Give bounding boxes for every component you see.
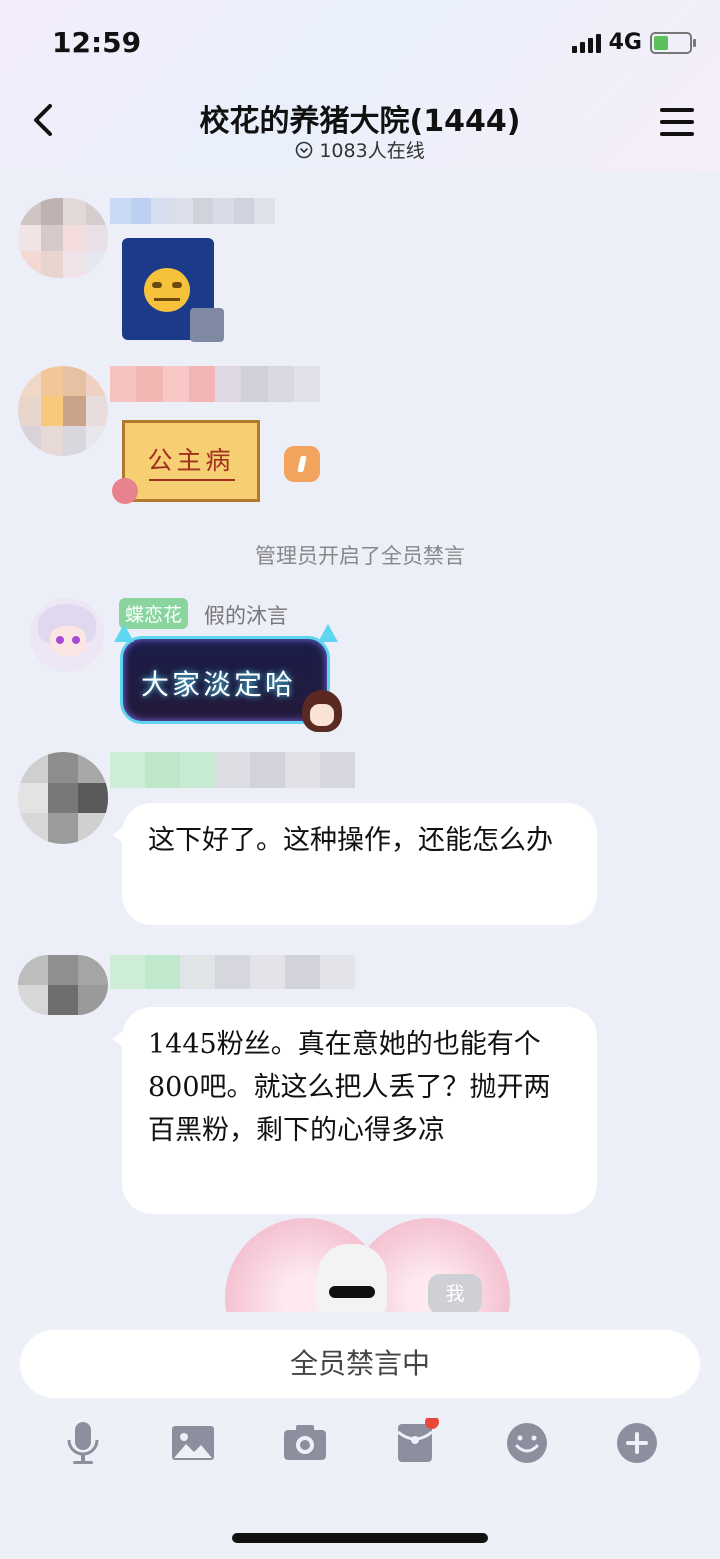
chat-header: 校花的养猪大院(1444) 1083人在线 [0,92,720,162]
sunglasses-character-icon [317,1244,387,1318]
online-count[interactable]: 1083人在线 [0,136,720,163]
avatar[interactable] [30,598,104,672]
online-count-label: 1083人在线 [319,140,425,162]
self-badge: 我 [428,1274,482,1314]
blurred-avatar[interactable] [18,198,108,278]
message-text: 这下好了。这种操作，还能怎么办 [148,825,553,856]
blurred-nickname [110,366,320,402]
network-label: 4G [608,30,642,55]
signal-icon [571,33,601,53]
emoji-sticker[interactable] [122,238,224,342]
sticker-label: 公主病 [147,446,235,475]
cat-ear-left-icon [114,624,134,642]
red-packet-icon[interactable] [390,1418,440,1468]
emoji-icon[interactable] [502,1418,552,1468]
chevron-down-circle-icon [295,141,313,159]
menu-icon[interactable] [660,108,694,138]
message-text: 1445粉丝。真在意她的也能有个800吧。就这么把人丢了？抛开两百黑粉，剩下的心… [148,1029,551,1146]
flower-decoration-icon [112,478,138,504]
blurred-nickname [110,955,355,989]
robot-badge-icon [190,308,224,342]
sender-nickname[interactable]: 假的沐言 [204,600,288,630]
muted-input[interactable]: 全员禁言中 [20,1330,700,1398]
princess-sticker[interactable]: 公主病 [122,420,260,502]
battery-icon [650,31,696,54]
camera-icon[interactable] [280,1418,330,1468]
blurred-nickname [110,752,355,788]
toolbar [0,1418,720,1478]
input-bar: 全员禁言中 [0,1312,720,1559]
status-bar: 12:59 4G [0,26,720,66]
plus-icon[interactable] [612,1418,662,1468]
image-icon[interactable] [168,1418,218,1468]
level-badge-icon [284,446,320,482]
group-title[interactable]: 校花的养猪大院(1444) [0,96,720,140]
blurred-avatar[interactable] [18,752,108,844]
cat-ear-right-icon [318,624,338,642]
system-message: 管理员开启了全员禁言 [255,544,465,568]
sticker-text: 大家淡定哈 [141,668,297,701]
message-bubble[interactable]: 1445粉丝。真在意她的也能有个800吧。就这么把人丢了？抛开两百黑粉，剩下的心… [112,1007,597,1214]
home-indicator[interactable] [232,1533,488,1543]
cat-ear-sticker[interactable]: 大家淡定哈 [120,636,330,724]
blurred-nickname [110,198,275,224]
chibi-character-icon [302,690,342,732]
blurred-avatar[interactable] [18,955,108,1015]
self-badge-label: 我 [445,1283,465,1305]
mic-icon[interactable] [58,1418,108,1468]
status-time: 12:59 [52,26,142,59]
message-bubble[interactable]: 这下好了。这种操作，还能怎么办 [112,803,597,925]
blurred-avatar[interactable] [18,366,108,456]
